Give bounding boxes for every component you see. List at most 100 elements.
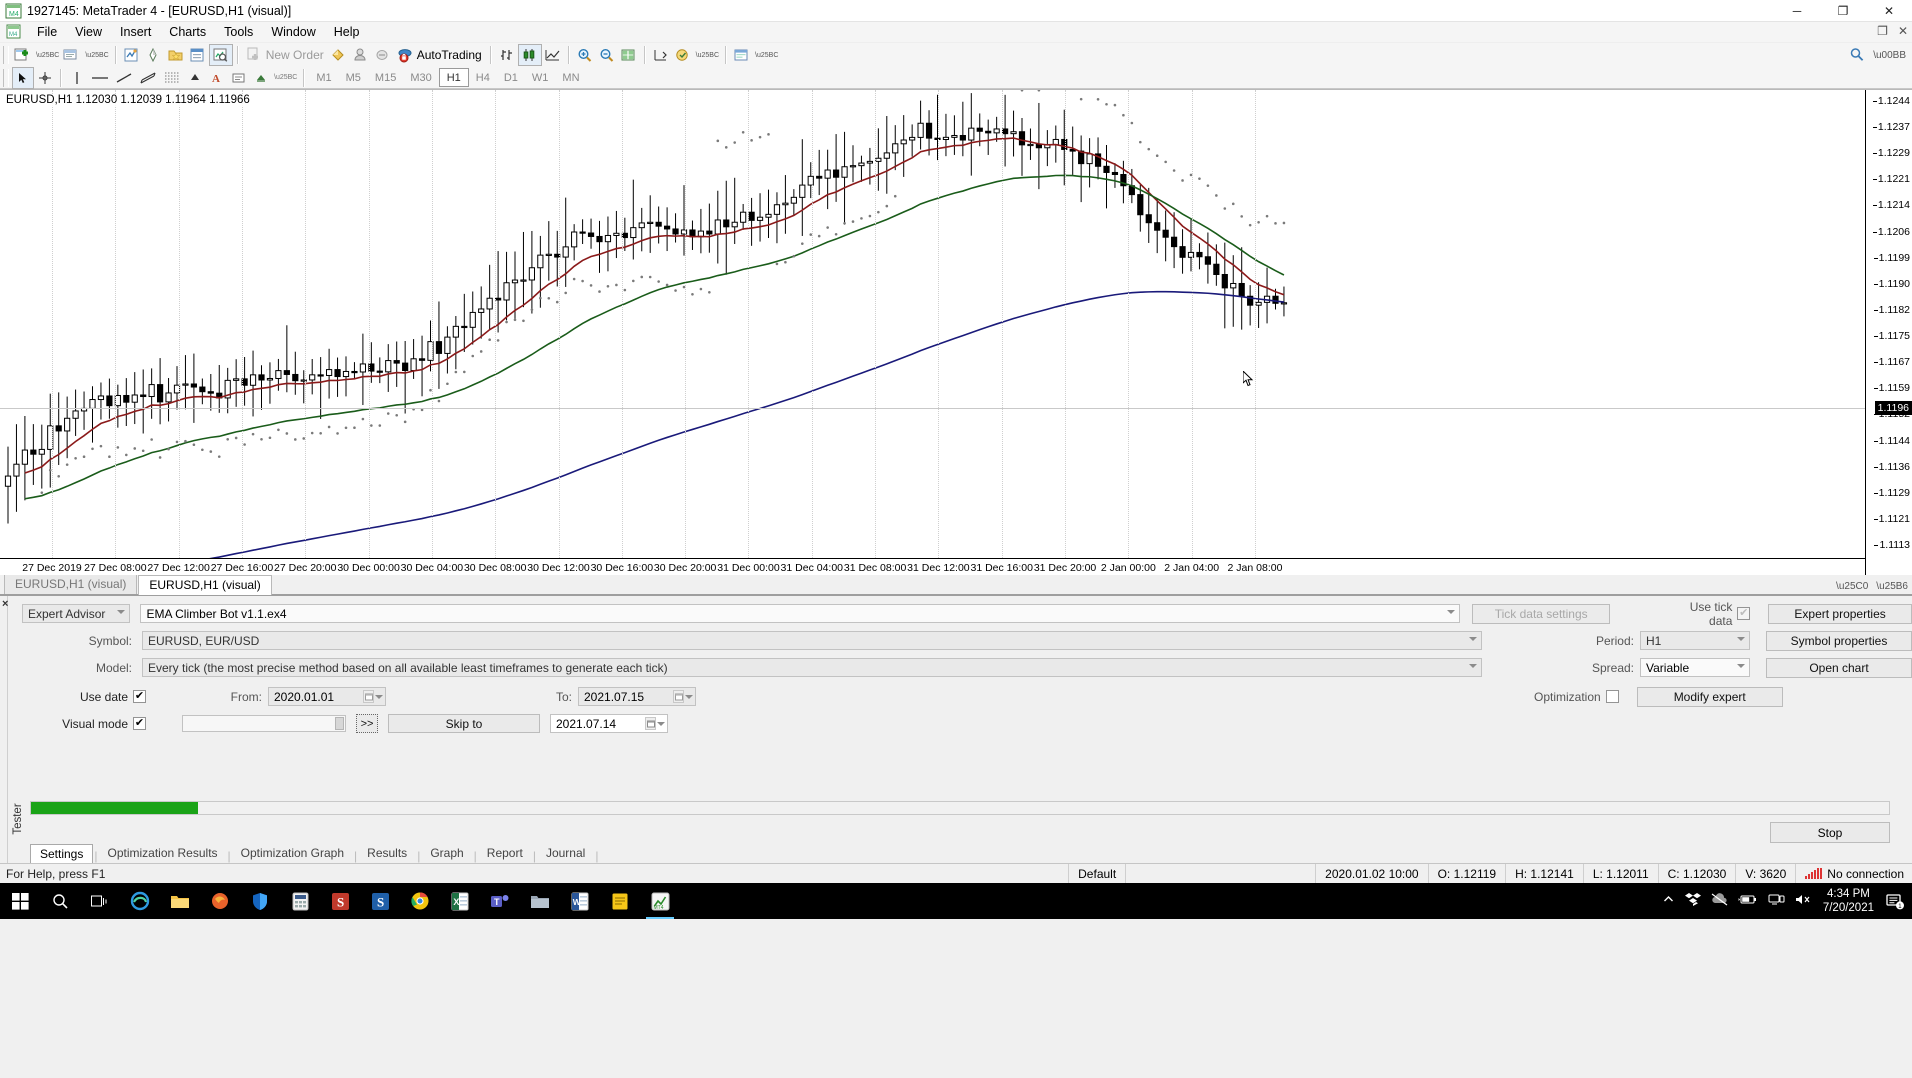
minimize-button[interactable]: ─ bbox=[1774, 0, 1820, 22]
timeframe-m15[interactable]: M15 bbox=[368, 68, 403, 87]
timeframe-m1[interactable]: M1 bbox=[309, 68, 338, 87]
line-chart-icon[interactable] bbox=[542, 44, 564, 66]
horizontal-line-icon[interactable] bbox=[88, 67, 112, 89]
expert-advisor-icon[interactable] bbox=[350, 44, 372, 66]
time-axis[interactable]: 27 Dec 2019 27 Dec 08:00 27 Dec 12:00 27 De… bbox=[0, 558, 1865, 575]
timeframe-d1[interactable]: D1 bbox=[497, 68, 525, 87]
skip-to-date-field[interactable]: 2021.07.14 bbox=[550, 714, 668, 733]
battery-icon[interactable] bbox=[1738, 893, 1758, 909]
expert-advisor-disabled-icon[interactable] bbox=[372, 44, 394, 66]
templates-icon[interactable] bbox=[731, 44, 753, 66]
strategy-tester-icon[interactable] bbox=[208, 44, 233, 66]
edge-icon[interactable] bbox=[120, 883, 160, 919]
mdi-close-button[interactable]: ✕ bbox=[1898, 24, 1908, 38]
tester-tab-report[interactable]: Report bbox=[478, 844, 532, 863]
tick-data-settings-button[interactable]: Tick data settings bbox=[1472, 603, 1611, 624]
tester-tab-settings[interactable]: Settings bbox=[30, 844, 94, 864]
metaeditor-icon[interactable] bbox=[328, 44, 350, 66]
status-connection[interactable]: No connection bbox=[1795, 863, 1912, 884]
from-date-field[interactable]: 2020.01.01 bbox=[268, 687, 386, 706]
mt4-icon[interactable]: MT4 bbox=[640, 883, 680, 919]
label-icon[interactable] bbox=[228, 67, 250, 89]
use-date-checkbox[interactable]: ✔ bbox=[133, 690, 146, 703]
bar-chart-icon[interactable] bbox=[496, 44, 518, 66]
timeframe-mn[interactable]: MN bbox=[555, 68, 586, 87]
trendline-icon[interactable] bbox=[112, 67, 136, 89]
chevron-down-icon[interactable] bbox=[657, 721, 665, 726]
chart-canvas[interactable] bbox=[0, 90, 1912, 575]
tester-tab-optimization-graph[interactable]: Optimization Graph bbox=[232, 844, 353, 863]
calendar-icon[interactable] bbox=[645, 717, 656, 730]
chart-tab-2[interactable]: EURUSD,H1 (visual) bbox=[138, 575, 272, 595]
dropbox-icon[interactable] bbox=[1684, 892, 1701, 910]
use-tick-data-checkbox[interactable]: ✔ bbox=[1737, 607, 1751, 620]
fibonacci-icon[interactable] bbox=[160, 67, 184, 89]
teams-icon[interactable]: T bbox=[480, 883, 520, 919]
firefox-icon[interactable] bbox=[200, 883, 240, 919]
new-chart-icon[interactable] bbox=[12, 44, 34, 66]
close-button[interactable]: ✕ bbox=[1866, 0, 1912, 22]
symbol-select[interactable]: EURUSD, EUR/USD bbox=[142, 631, 1482, 650]
taskbar-clock[interactable]: 4:34 PM 7/20/2021 bbox=[1823, 887, 1874, 915]
crosshair-icon[interactable] bbox=[34, 67, 56, 89]
expert-advisor-type-combo[interactable]: Expert Advisor bbox=[22, 604, 131, 623]
navigator-icon[interactable] bbox=[143, 44, 165, 66]
profiles-dropdown-icon[interactable]: \u25BC bbox=[83, 44, 110, 66]
network-icon[interactable] bbox=[1768, 893, 1785, 909]
chevron-down-icon[interactable] bbox=[685, 694, 693, 699]
menu-file[interactable]: File bbox=[28, 23, 66, 41]
volume-muted-icon[interactable] bbox=[1795, 893, 1813, 909]
chart-tabs-next-icon[interactable]: \u25B6 bbox=[1876, 581, 1908, 592]
candlestick-chart-icon[interactable] bbox=[517, 44, 542, 66]
spread-select[interactable]: Variable bbox=[1640, 658, 1750, 677]
notifications-icon[interactable]: 1 bbox=[1884, 890, 1906, 912]
menu-window[interactable]: Window bbox=[262, 23, 324, 41]
maximize-button[interactable]: ❐ bbox=[1820, 0, 1866, 22]
from-date-spinner[interactable] bbox=[363, 690, 383, 703]
objects-dropdown-arrow-icon[interactable]: \u25BC bbox=[272, 67, 299, 89]
start-icon[interactable] bbox=[0, 883, 40, 919]
skip-fast-forward-button[interactable]: >> bbox=[356, 714, 378, 733]
modify-expert-button[interactable]: Modify expert bbox=[1636, 686, 1783, 707]
autotrading-label[interactable]: AutoTrading bbox=[416, 48, 486, 62]
templates-dropdown-icon[interactable]: \u25BC bbox=[753, 44, 780, 66]
terminal-window-icon[interactable] bbox=[187, 44, 209, 66]
chart-tabs-prev-icon[interactable]: \u25C0 bbox=[1836, 581, 1868, 592]
calendar-icon[interactable] bbox=[673, 690, 684, 703]
chart-toolbar-grip[interactable] bbox=[3, 68, 9, 87]
calculator-icon[interactable] bbox=[280, 883, 320, 919]
tray-expand-icon[interactable] bbox=[1662, 893, 1675, 909]
text-icon[interactable]: A bbox=[206, 67, 228, 89]
visual-mode-checkbox[interactable]: ✔ bbox=[133, 717, 146, 730]
expert-properties-button[interactable]: Expert properties bbox=[1768, 603, 1912, 624]
slider-knob[interactable] bbox=[335, 717, 344, 730]
toolbar-overflow-icon[interactable]: \u00BB bbox=[1873, 50, 1906, 61]
onedrive-muted-icon[interactable] bbox=[1711, 893, 1728, 909]
new-chart-dropdown-icon[interactable]: \u25BC bbox=[34, 44, 61, 66]
chart-area[interactable]: EURUSD,H1 1.12030 1.12039 1.11964 1.1196… bbox=[0, 89, 1912, 576]
model-select[interactable]: Every tick (the most precise method base… bbox=[142, 658, 1482, 677]
price-axis[interactable]: 1.1244 1.1237 1.1229 1.1221 1.1214 1.1206 1.11… bbox=[1865, 90, 1912, 575]
visual-speed-slider[interactable] bbox=[182, 715, 346, 732]
excel-icon[interactable]: X bbox=[440, 883, 480, 919]
folder-icon[interactable] bbox=[520, 883, 560, 919]
search-icon[interactable] bbox=[1849, 47, 1865, 64]
menu-view[interactable]: View bbox=[66, 23, 111, 41]
market-watch-icon[interactable] bbox=[121, 44, 143, 66]
expert-advisor-select[interactable]: EMA Climber Bot v1.1.ex4 bbox=[140, 604, 1461, 623]
optimization-checkbox[interactable] bbox=[1605, 690, 1619, 703]
favorites-folder-icon[interactable] bbox=[165, 44, 187, 66]
timeframe-w1[interactable]: W1 bbox=[525, 68, 556, 87]
task-view-icon[interactable] bbox=[80, 883, 120, 919]
s-red-icon[interactable]: S bbox=[320, 883, 360, 919]
search-icon[interactable] bbox=[40, 883, 80, 919]
auto-scroll-icon[interactable] bbox=[672, 44, 694, 66]
shield-icon[interactable] bbox=[240, 883, 280, 919]
vertical-line-icon[interactable] bbox=[66, 67, 88, 89]
mdi-restore-button[interactable]: ❐ bbox=[1877, 24, 1888, 38]
timeframe-m30[interactable]: M30 bbox=[403, 68, 438, 87]
period-select[interactable]: H1 bbox=[1640, 631, 1750, 650]
file-explorer-icon[interactable] bbox=[160, 883, 200, 919]
objects-dropdown-icon[interactable] bbox=[250, 67, 272, 89]
arrows-icon[interactable] bbox=[184, 67, 206, 89]
